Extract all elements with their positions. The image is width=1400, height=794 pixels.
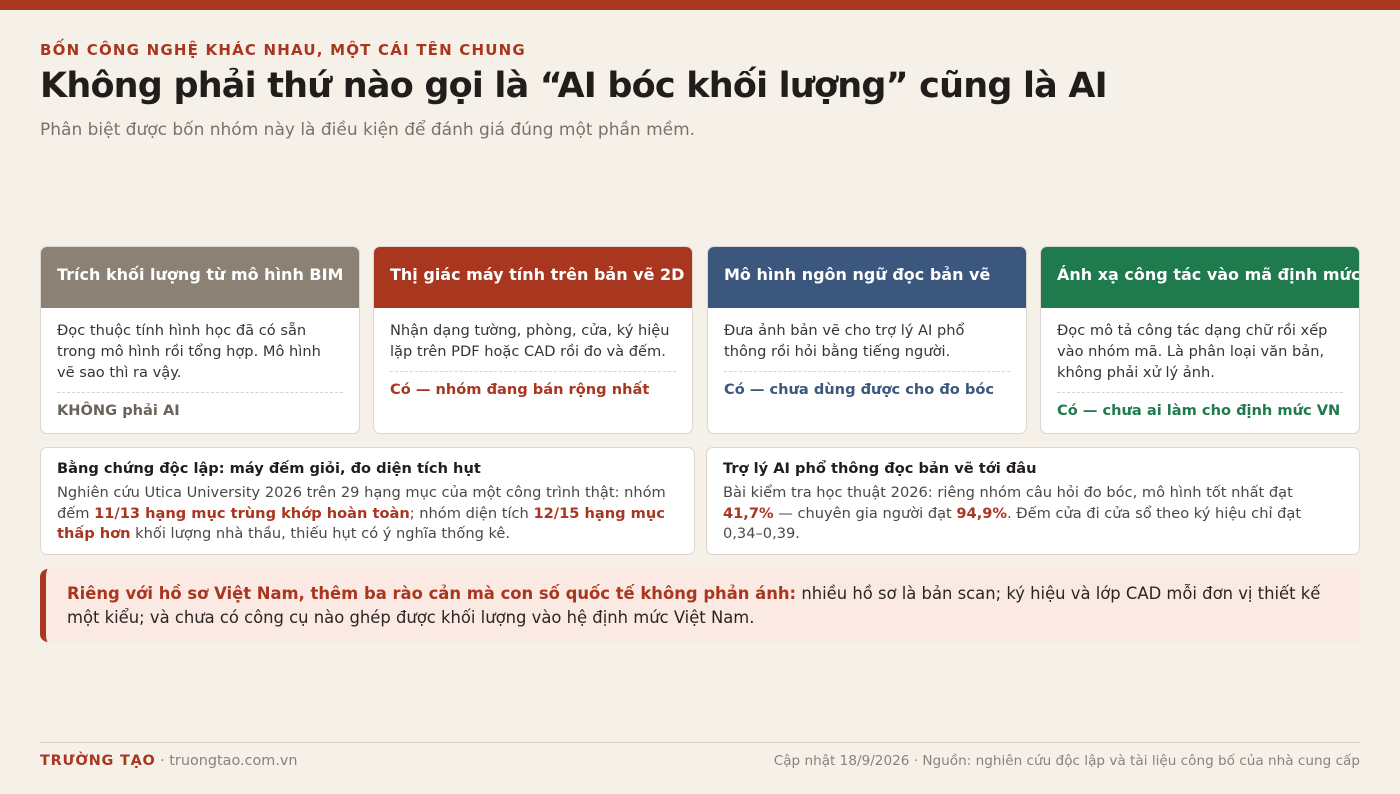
card-verdict: Có — chưa dùng được cho đo bóc	[724, 381, 995, 398]
eyebrow: BỐN CÔNG NGHỆ KHÁC NHAU, MỘT CÁI TÊN CHU…	[40, 41, 526, 59]
card-norm-mapping: Ánh xạ công tác vào mã định mức Đọc mô t…	[1040, 246, 1360, 434]
footer-source: Cập nhật 18/9/2026 · Nguồn: nghiên cứu đ…	[773, 753, 1360, 769]
card-title: Mô hình ngôn ngữ đọc bản vẽ	[708, 247, 1026, 308]
top-accent-bar	[0, 0, 1400, 10]
card-description: Đọc thuộc tính hình học đã có sẵn trong …	[57, 322, 321, 381]
card-divider	[390, 371, 676, 372]
card-title: Trích khối lượng từ mô hình BIM	[41, 247, 359, 308]
card-description: Đưa ảnh bản vẽ cho trợ lý AI phổ thông r…	[724, 322, 965, 360]
card-title: Thị giác máy tính trên bản vẽ 2D	[374, 247, 692, 308]
card-verdict: KHÔNG phải AI	[57, 402, 180, 419]
highlight-count-match: 11/13 hạng mục trùng khớp hoàn toàn	[94, 504, 410, 522]
evidence-box-ai-assistant: Trợ lý AI phổ thông đọc bản vẽ tới đâu B…	[706, 447, 1360, 555]
footer-brand: TRƯỜNG TẠO · truongtao.com.vn	[40, 753, 298, 769]
brand-name: TRƯỜNG TẠO	[40, 753, 156, 769]
card-language-model: Mô hình ngôn ngữ đọc bản vẽ Đưa ảnh bản …	[707, 246, 1027, 434]
card-divider	[57, 392, 343, 393]
card-divider	[1057, 392, 1343, 393]
note-lead: Riêng với hồ sơ Việt Nam, thêm ba rào cả…	[67, 584, 797, 603]
evidence-text: Nghiên cứu Utica University 2026 trên 29…	[57, 484, 666, 542]
evidence-box-independent-study: Bằng chứng độc lập: máy đếm giỏi, đo diệ…	[40, 447, 695, 555]
card-bim: Trích khối lượng từ mô hình BIM Đọc thuộ…	[40, 246, 360, 434]
card-description: Nhận dạng tường, phòng, cửa, ký hiệu lặp…	[390, 322, 670, 360]
card-description: Đọc mô tả công tác dạng chữ rồi xếp vào …	[1057, 322, 1328, 381]
highlight-expert-score: 94,9%	[956, 504, 1008, 522]
brand-site: · truongtao.com.vn	[155, 753, 298, 769]
highlight-best-model-score: 41,7%	[723, 504, 774, 522]
card-divider	[724, 371, 1010, 372]
card-title: Ánh xạ công tác vào mã định mức	[1041, 247, 1359, 308]
footer-divider	[40, 742, 1360, 743]
evidence-title: Bằng chứng độc lập: máy đếm giỏi, đo diệ…	[57, 460, 481, 477]
technology-cards: Trích khối lượng từ mô hình BIM Đọc thuộ…	[40, 246, 1360, 434]
evidence-text: Bài kiểm tra học thuật 2026: riêng nhóm …	[723, 484, 1302, 542]
vietnam-note-callout: Riêng với hồ sơ Việt Nam, thêm ba rào cả…	[40, 569, 1360, 642]
page-subtitle: Phân biệt được bốn nhóm này là điều kiện…	[40, 120, 696, 140]
evidence-title: Trợ lý AI phổ thông đọc bản vẽ tới đâu	[723, 460, 1037, 477]
card-verdict: Có — chưa ai làm cho định mức VN	[1057, 402, 1341, 419]
page-title: Không phải thứ nào gọi là “AI bóc khối l…	[40, 66, 1108, 106]
card-verdict: Có — nhóm đang bán rộng nhất	[390, 381, 650, 398]
card-computer-vision: Thị giác máy tính trên bản vẽ 2D Nhận dạ…	[373, 246, 693, 434]
